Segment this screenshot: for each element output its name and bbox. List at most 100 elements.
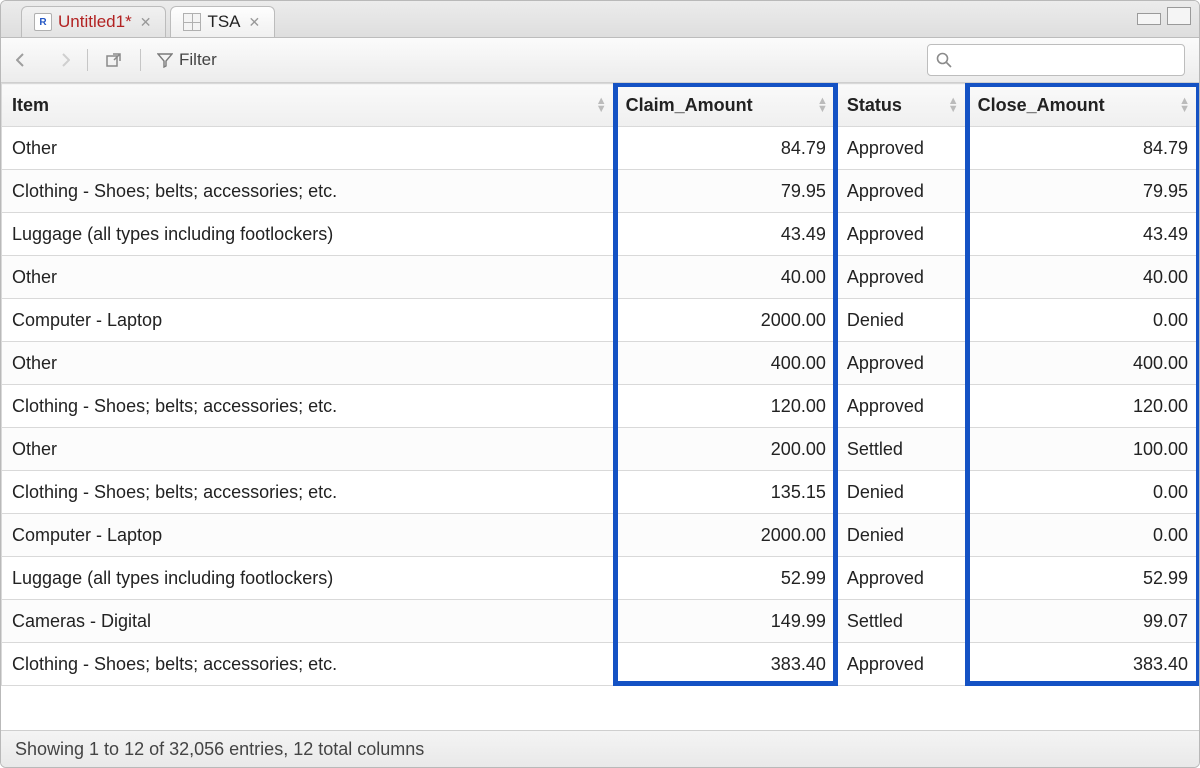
- popout-button[interactable]: [100, 47, 128, 73]
- cell-status: Settled: [836, 600, 967, 643]
- cell-item: Other: [2, 256, 616, 299]
- cell-item: Other: [2, 428, 616, 471]
- cell-claim: 43.49: [615, 213, 836, 256]
- column-header-claim[interactable]: Claim_Amount▲▼: [615, 84, 836, 127]
- cell-claim: 40.00: [615, 256, 836, 299]
- viewer-toolbar: Filter: [1, 38, 1199, 83]
- table-row[interactable]: Clothing - Shoes; belts; accessories; et…: [2, 643, 1199, 686]
- toolbar-separator: [87, 49, 88, 71]
- table-row[interactable]: Other400.00Approved400.00: [2, 342, 1199, 385]
- cell-claim: 120.00: [615, 385, 836, 428]
- data-grid-icon: [183, 13, 201, 31]
- cell-claim: 52.99: [615, 557, 836, 600]
- cell-item: Clothing - Shoes; belts; accessories; et…: [2, 385, 616, 428]
- table-row[interactable]: Computer - Laptop2000.00Denied0.00: [2, 299, 1199, 342]
- cell-claim: 200.00: [615, 428, 836, 471]
- cell-status: Approved: [836, 643, 967, 686]
- cell-status: Approved: [836, 213, 967, 256]
- toolbar-separator: [140, 49, 141, 71]
- pane-controls: [1137, 7, 1191, 25]
- table-row[interactable]: Computer - Laptop2000.00Denied0.00: [2, 514, 1199, 557]
- close-icon[interactable]: ✕: [247, 15, 263, 29]
- cell-status: Denied: [836, 471, 967, 514]
- cell-claim: 2000.00: [615, 299, 836, 342]
- search-input[interactable]: [958, 50, 1176, 70]
- column-header-close[interactable]: Close_Amount▲▼: [967, 84, 1198, 127]
- nav-back-button[interactable]: [11, 47, 39, 73]
- cell-close: 0.00: [967, 514, 1198, 557]
- cell-status: Denied: [836, 299, 967, 342]
- sort-icon: ▲▼: [948, 97, 959, 113]
- sort-icon: ▲▼: [817, 97, 828, 113]
- column-header-status[interactable]: Status▲▼: [836, 84, 967, 127]
- cell-item: Computer - Laptop: [2, 514, 616, 557]
- table-row[interactable]: Luggage (all types including footlockers…: [2, 557, 1199, 600]
- cell-item: Clothing - Shoes; belts; accessories; et…: [2, 643, 616, 686]
- cell-close: 43.49: [967, 213, 1198, 256]
- tab-label: TSA: [207, 12, 240, 32]
- sort-icon: ▲▼: [596, 97, 607, 113]
- tab-untitled1[interactable]: R Untitled1* ✕: [21, 6, 166, 37]
- search-icon: [936, 52, 952, 68]
- cell-item: Clothing - Shoes; belts; accessories; et…: [2, 471, 616, 514]
- table-row[interactable]: Other40.00Approved40.00: [2, 256, 1199, 299]
- table-row[interactable]: Cameras - Digital149.99Settled99.07: [2, 600, 1199, 643]
- filter-button[interactable]: Filter: [153, 47, 221, 73]
- cell-item: Other: [2, 127, 616, 170]
- sort-icon: ▲▼: [1179, 97, 1190, 113]
- cell-status: Settled: [836, 428, 967, 471]
- cell-close: 100.00: [967, 428, 1198, 471]
- cell-status: Approved: [836, 256, 967, 299]
- cell-status: Approved: [836, 385, 967, 428]
- cell-close: 52.99: [967, 557, 1198, 600]
- search-box[interactable]: [927, 44, 1185, 76]
- cell-item: Other: [2, 342, 616, 385]
- data-table: Item▲▼Claim_Amount▲▼Status▲▼Close_Amount…: [1, 83, 1199, 686]
- table-row[interactable]: Other84.79Approved84.79: [2, 127, 1199, 170]
- status-text: Showing 1 to 12 of 32,056 entries, 12 to…: [15, 739, 424, 760]
- cell-status: Approved: [836, 170, 967, 213]
- cell-close: 0.00: [967, 471, 1198, 514]
- table-row[interactable]: Other200.00Settled100.00: [2, 428, 1199, 471]
- maximize-pane-icon[interactable]: [1167, 7, 1191, 25]
- table-row[interactable]: Luggage (all types including footlockers…: [2, 213, 1199, 256]
- column-header-item[interactable]: Item▲▼: [2, 84, 616, 127]
- cell-item: Computer - Laptop: [2, 299, 616, 342]
- cell-claim: 84.79: [615, 127, 836, 170]
- cell-status: Approved: [836, 127, 967, 170]
- cell-claim: 135.15: [615, 471, 836, 514]
- cell-close: 383.40: [967, 643, 1198, 686]
- cell-claim: 400.00: [615, 342, 836, 385]
- minimize-pane-icon[interactable]: [1137, 13, 1161, 25]
- cell-close: 400.00: [967, 342, 1198, 385]
- cell-status: Denied: [836, 514, 967, 557]
- cell-status: Approved: [836, 557, 967, 600]
- cell-item: Clothing - Shoes; belts; accessories; et…: [2, 170, 616, 213]
- tab-strip: R Untitled1* ✕ TSA ✕: [1, 1, 1199, 38]
- cell-close: 79.95: [967, 170, 1198, 213]
- cell-claim: 383.40: [615, 643, 836, 686]
- table-row[interactable]: Clothing - Shoes; belts; accessories; et…: [2, 170, 1199, 213]
- cell-item: Cameras - Digital: [2, 600, 616, 643]
- cell-claim: 149.99: [615, 600, 836, 643]
- funnel-icon: [157, 52, 173, 68]
- cell-close: 40.00: [967, 256, 1198, 299]
- tab-tsa[interactable]: TSA ✕: [170, 6, 275, 37]
- cell-close: 0.00: [967, 299, 1198, 342]
- r-script-icon: R: [34, 13, 52, 31]
- tab-label: Untitled1*: [58, 12, 132, 32]
- data-viewer-pane: R Untitled1* ✕ TSA ✕ Filter: [0, 0, 1200, 768]
- cell-claim: 2000.00: [615, 514, 836, 557]
- table-row[interactable]: Clothing - Shoes; belts; accessories; et…: [2, 385, 1199, 428]
- nav-forward-button[interactable]: [47, 47, 75, 73]
- cell-item: Luggage (all types including footlockers…: [2, 213, 616, 256]
- status-bar: Showing 1 to 12 of 32,056 entries, 12 to…: [1, 730, 1199, 767]
- data-table-wrap: Item▲▼Claim_Amount▲▼Status▲▼Close_Amount…: [1, 83, 1199, 730]
- close-icon[interactable]: ✕: [138, 15, 154, 29]
- cell-close: 99.07: [967, 600, 1198, 643]
- cell-claim: 79.95: [615, 170, 836, 213]
- cell-close: 120.00: [967, 385, 1198, 428]
- filter-label: Filter: [179, 50, 217, 70]
- cell-close: 84.79: [967, 127, 1198, 170]
- table-row[interactable]: Clothing - Shoes; belts; accessories; et…: [2, 471, 1199, 514]
